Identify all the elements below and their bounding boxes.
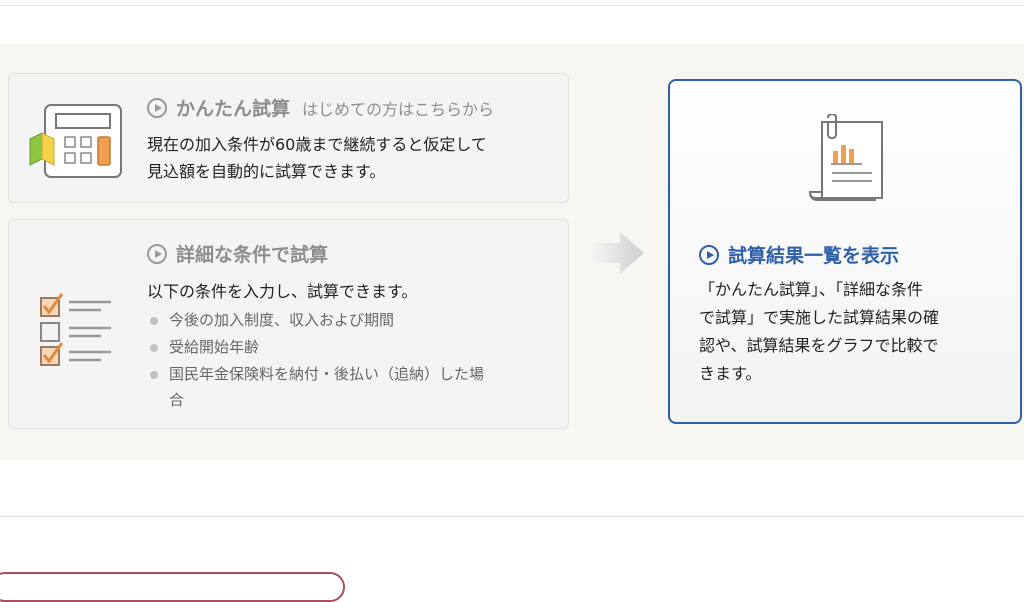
list-item: 今後の加入制度、収入および期間 <box>147 307 484 334</box>
simple-simulation-title[interactable]: かんたん試算 <box>176 94 290 121</box>
list-item: 受給開始年齢 <box>147 334 484 361</box>
condition-list: 今後の加入制度、収入および期間 受給開始年齢 国民年金保険料を納付・後払い（追納… <box>147 307 484 412</box>
bottom-divider <box>0 516 1024 517</box>
play-circle-icon <box>147 97 167 118</box>
simulation-results-card[interactable]: 試算結果一覧を表示 「かんたん試算」、「詳細な条件 で試算」で実施した試算結果の… <box>668 79 1022 424</box>
simple-simulation-subtitle: はじめての方はこちらから <box>302 99 495 119</box>
arrow-right-icon <box>594 232 644 274</box>
checklist-icon <box>40 293 111 366</box>
top-divider <box>0 5 1024 6</box>
simulation-results-description: 「かんたん試算」、「詳細な条件 で試算」で実施した試算結果の確 認や、試算結果を… <box>699 280 940 383</box>
detailed-simulation-title[interactable]: 詳細な条件で試算 <box>176 240 328 267</box>
list-item: 国民年金保険料を納付・後払い（追納）した場 <box>147 361 484 388</box>
play-circle-icon <box>147 243 167 264</box>
simulation-results-title[interactable]: 試算結果一覧を表示 <box>728 241 899 268</box>
detailed-simulation-card[interactable]: 詳細な条件で試算 以下の条件を入力し、試算できます。 今後の加入制度、収入および… <box>8 219 569 429</box>
list-item-continuation: 合 <box>169 391 185 409</box>
detailed-simulation-heading[interactable]: 詳細な条件で試算 <box>147 240 328 267</box>
calculator-icon <box>29 104 122 178</box>
play-circle-icon <box>699 244 719 265</box>
simple-simulation-card[interactable]: かんたん試算 はじめての方はこちらから 現在の加入条件が60歳まで継続すると仮定… <box>8 73 569 203</box>
detailed-simulation-description: 以下の条件を入力し、試算できます。 <box>147 282 418 301</box>
simulation-results-heading[interactable]: 試算結果一覧を表示 <box>699 241 899 268</box>
report-document-icon <box>808 114 883 201</box>
bottom-tab-outline[interactable] <box>0 572 345 602</box>
simple-simulation-description: 現在の加入条件が60歳まで継続すると仮定して 見込額を自動的に試算できます。 <box>147 135 487 181</box>
simple-simulation-heading[interactable]: かんたん試算 はじめての方はこちらから <box>147 94 494 121</box>
